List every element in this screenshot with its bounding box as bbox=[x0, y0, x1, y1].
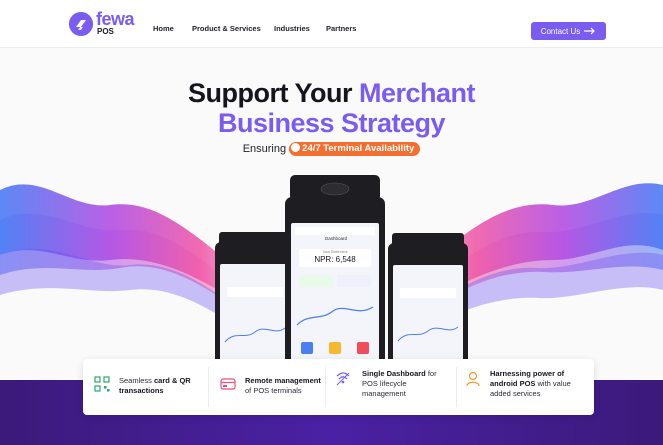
feature-text-remote: Remote management of POS terminals bbox=[245, 376, 321, 395]
top-navbar: fewa POS Home Product & Services Industr… bbox=[0, 0, 663, 48]
hero-subtitle-prefix: Ensuring bbox=[242, 143, 287, 155]
hero-title-line-1: Support Your Merchant bbox=[0, 78, 663, 108]
feature-card-remote: Remote management of POS terminals bbox=[209, 359, 325, 415]
left-wave-graphic bbox=[0, 184, 250, 335]
android-user-icon bbox=[466, 371, 480, 387]
feature-card-qr: Seamless card & QR transactions bbox=[83, 359, 208, 415]
pos-device-right bbox=[388, 233, 468, 366]
feature-card-android: Harnessing power of android POS with val… bbox=[457, 359, 594, 415]
nav-home[interactable]: Home bbox=[153, 24, 174, 33]
contact-us-label: Contact Us bbox=[540, 26, 581, 36]
pos-device-center bbox=[285, 175, 385, 365]
fewa-logo-icon bbox=[69, 12, 93, 36]
pos-total-value: NPR: 6,548 bbox=[314, 255, 356, 264]
nav-industries[interactable]: Industries bbox=[274, 24, 310, 33]
hero-title-part-b: Merchant bbox=[358, 78, 476, 108]
qr-code-icon bbox=[94, 376, 110, 392]
contact-us-button[interactable]: Contact Us bbox=[531, 22, 606, 40]
nav-product-services[interactable]: Product & Services bbox=[192, 24, 261, 33]
pos-device-left bbox=[215, 232, 295, 367]
brand-name: fewa bbox=[96, 9, 135, 29]
wireless-icon bbox=[336, 372, 350, 386]
feature-text-android: Harnessing power of android POS with val… bbox=[490, 369, 571, 398]
feature-text-qr: Seamless card & QR transactions bbox=[119, 376, 191, 395]
hero-title-line-2: Business Strategy bbox=[0, 108, 663, 138]
features-bar: Seamless card & QR transactions Remote m… bbox=[83, 359, 594, 415]
feature-card-dashboard: Single Dashboard for POS lifecycle manag… bbox=[326, 359, 456, 415]
availability-badge: 24/7 Terminal Availability bbox=[289, 142, 421, 157]
hero-subtitle: Ensuring 24/7 Terminal Availability bbox=[0, 141, 663, 157]
pos-screen-header: Dashboard bbox=[324, 236, 347, 241]
hero-title-accent: Business Strategy bbox=[217, 108, 446, 138]
arrow-right-icon bbox=[584, 27, 596, 35]
hero-title-part-a: Support Your bbox=[187, 78, 359, 108]
availability-badge-text: 24/7 Terminal Availability bbox=[302, 143, 415, 155]
terminal-card-icon bbox=[220, 378, 236, 390]
nav-partners[interactable]: Partners bbox=[326, 24, 356, 33]
pos-total-label: Total Settlement bbox=[322, 250, 348, 254]
brand-subname: POS bbox=[97, 27, 114, 36]
feature-text-dashboard: Single Dashboard for POS lifecycle manag… bbox=[362, 369, 437, 398]
clock-icon bbox=[291, 143, 301, 153]
